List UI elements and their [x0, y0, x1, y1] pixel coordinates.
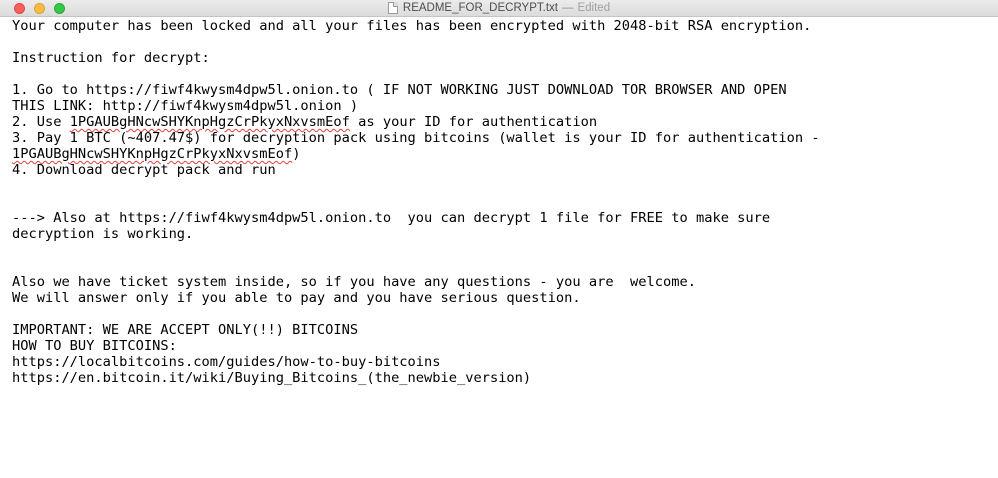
text-line: Also we have ticket system inside, so if… [12, 274, 696, 290]
text-editor-window: README_FOR_DECRYPT.txt — Edited Your com… [0, 0, 998, 478]
text-segment: 2. Use [12, 114, 70, 130]
text-line: HOW TO BUY BITCOINS: [12, 338, 177, 354]
text-line: ---> Also at https://fiwf4kwysm4dpw5l.on… [12, 210, 771, 226]
text-line: 2. Use 1PGAUBgHNcwSHYKnpHgzCrPkyxNxvsmEo… [12, 114, 990, 130]
text-line: THIS LINK: http://fiwf4kwysm4dpw5l.onion… [12, 98, 359, 114]
text-line: Instruction for decrypt: [12, 50, 210, 66]
misspelled-bitcoin-id: 1PGAUBgHNcwSHYKnpHgzCrPkyxNxvsmEof [69, 114, 350, 130]
text-line: Your computer has been locked and all yo… [12, 18, 812, 34]
window-title: README_FOR_DECRYPT.txt — Edited [0, 0, 998, 16]
text-line: decryption is working. [12, 226, 194, 242]
title-bar[interactable]: README_FOR_DECRYPT.txt — Edited [0, 0, 998, 17]
text-line: We will answer only if you able to pay a… [12, 290, 581, 306]
text-line: 3. Pay 1 BTC (~407.47$) for decryption p… [12, 130, 820, 146]
document-icon[interactable] [387, 2, 398, 14]
misspelled-bitcoin-id: 1PGAUBgHNcwSHYKnpHgzCrPkyxNxvsmEof [12, 146, 293, 162]
text-line: https://en.bitcoin.it/wiki/Buying_Bitcoi… [12, 370, 532, 386]
text-area[interactable]: Your computer has been locked and all yo… [12, 18, 990, 386]
text-segment: ) [292, 146, 301, 162]
text-line: IMPORTANT: WE ARE ACCEPT ONLY(!!) BITCOI… [12, 322, 359, 338]
window-title-separator: — [561, 2, 574, 14]
text-line: https://localbitcoins.com/guides/how-to-… [12, 354, 441, 370]
text-line: 4. Download decrypt pack and run [12, 162, 276, 178]
text-segment: as your ID for authentication [349, 114, 598, 130]
text-line: 1PGAUBgHNcwSHYKnpHgzCrPkyxNxvsmEof) [12, 146, 990, 162]
document-status[interactable]: Edited [577, 2, 610, 14]
text-line: 1. Go to https://fiwf4kwysm4dpw5l.onion.… [12, 82, 787, 98]
window-title-filename: README_FOR_DECRYPT.txt [402, 2, 558, 14]
